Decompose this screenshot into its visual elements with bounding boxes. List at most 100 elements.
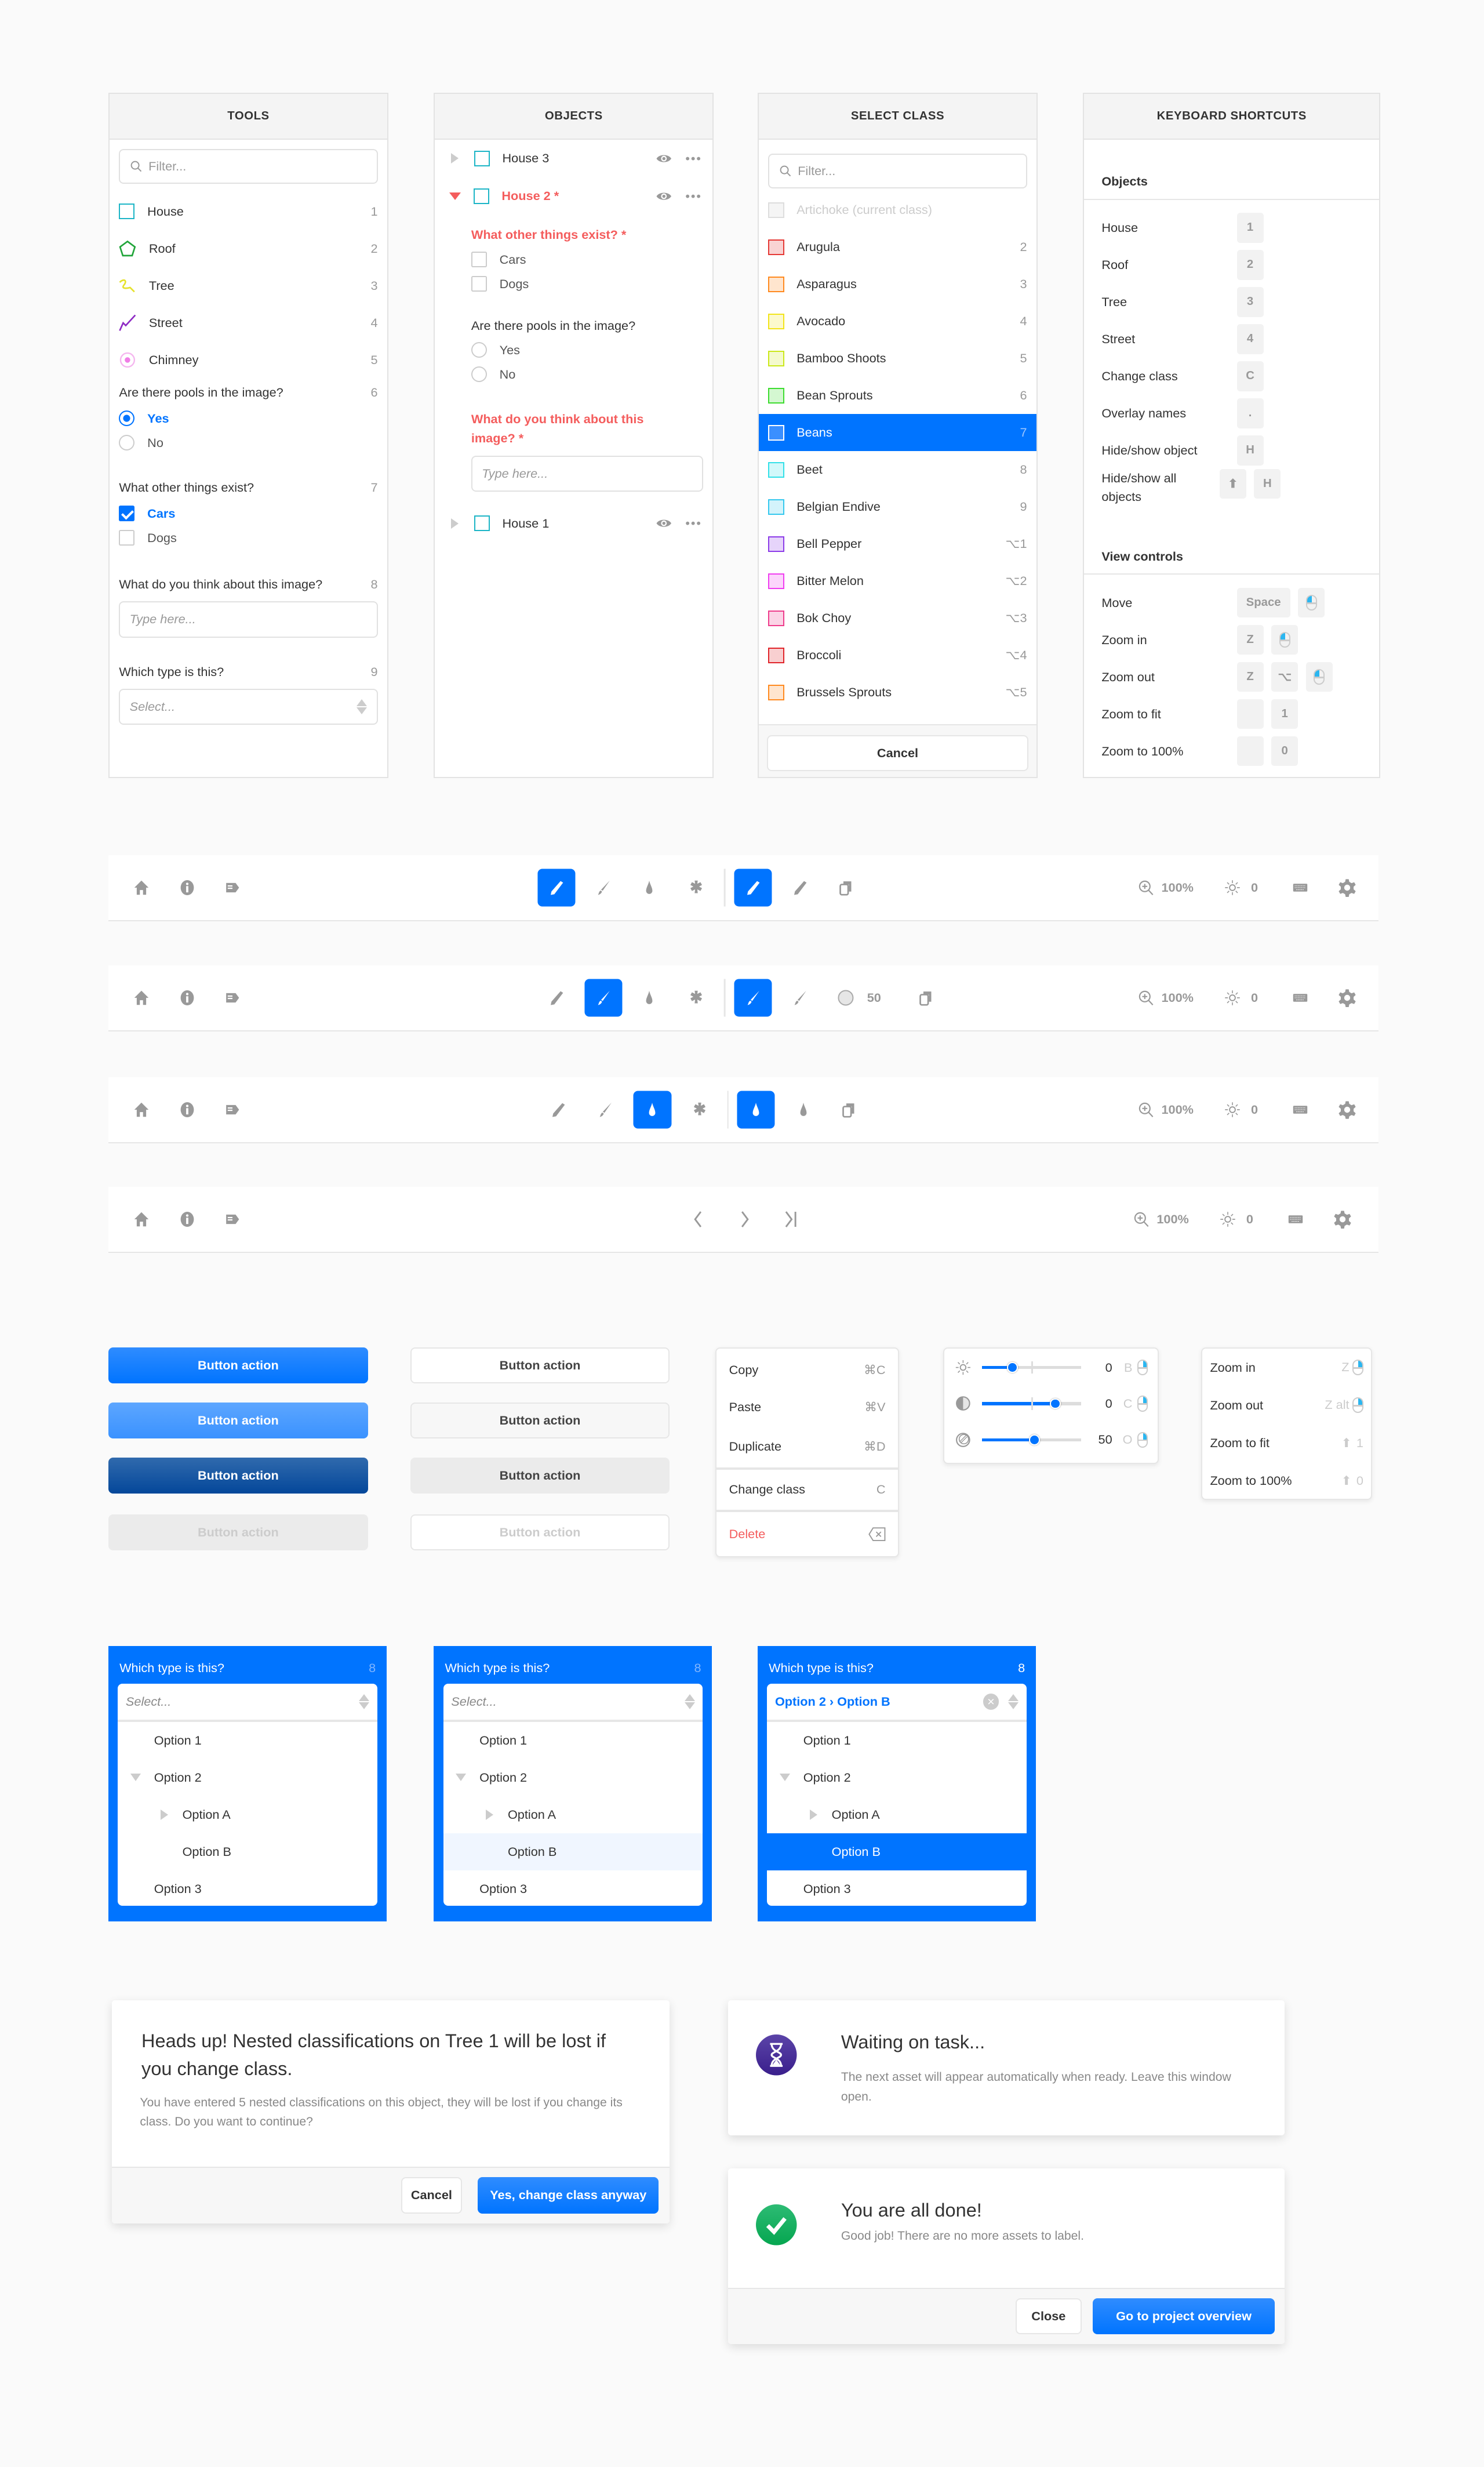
option-2[interactable]: Option 2 xyxy=(767,1759,1026,1796)
text-input[interactable]: Type here... xyxy=(119,601,378,638)
more-icon[interactable] xyxy=(683,188,703,204)
tool-item-roof[interactable]: Roof 2 xyxy=(110,230,387,267)
pencil-minus-icon[interactable] xyxy=(792,880,808,896)
checkbox[interactable] xyxy=(119,506,135,522)
checkbox-cars[interactable]: Cars xyxy=(110,502,387,526)
filter-input[interactable]: Filter... xyxy=(119,148,378,184)
text-input[interactable]: Type here... xyxy=(471,456,703,492)
home-icon[interactable] xyxy=(133,1212,149,1227)
confirm-change-class-button[interactable]: Yes, change class anyway xyxy=(478,2177,659,2214)
chevron-left-icon[interactable] xyxy=(689,1210,708,1229)
class-item-7[interactable]: Belgian Endive 9 xyxy=(759,488,1036,525)
skip-to-last-icon[interactable] xyxy=(781,1210,801,1229)
primary-button-hover[interactable]: Button action xyxy=(108,1403,368,1439)
class-item-11[interactable]: Broccoli ⌥4 xyxy=(759,637,1036,674)
fill-tool-button[interactable] xyxy=(633,1091,671,1129)
brightness-slider[interactable] xyxy=(981,1361,1082,1374)
option-a[interactable]: Option A xyxy=(118,1796,377,1833)
class-item-4[interactable]: Bean Sprouts 6 xyxy=(759,377,1036,414)
tag-icon[interactable] xyxy=(225,1102,241,1117)
option-1[interactable]: Option 1 xyxy=(118,1722,377,1759)
radio-no[interactable]: No xyxy=(462,362,713,387)
copy-icon[interactable] xyxy=(918,990,934,1005)
puzzle-icon[interactable] xyxy=(689,990,704,1005)
secondary-button-disabled[interactable]: Button action xyxy=(410,1514,670,1550)
info-icon[interactable] xyxy=(179,990,195,1005)
option-3[interactable]: Option 3 xyxy=(118,1870,377,1906)
puzzle-icon[interactable] xyxy=(689,880,704,896)
secondary-button-hover[interactable]: Button action xyxy=(410,1403,670,1439)
brush-add-button[interactable] xyxy=(734,979,772,1017)
zoom-to-fit-item[interactable]: Zoom to fit ⬆ 1 xyxy=(1202,1424,1372,1462)
class-item-12[interactable]: Brussels Sprouts ⌥5 xyxy=(759,674,1036,711)
info-icon[interactable] xyxy=(179,1102,195,1117)
pencil-icon[interactable] xyxy=(550,1102,566,1117)
radio-button[interactable] xyxy=(119,410,135,427)
gear-icon[interactable] xyxy=(1333,1210,1352,1229)
filter-input[interactable]: Filter... xyxy=(768,154,1027,188)
radio-button[interactable] xyxy=(471,342,487,358)
brightness-icon[interactable] xyxy=(1220,1212,1235,1227)
checkbox[interactable] xyxy=(119,530,135,546)
keyboard-icon[interactable] xyxy=(1290,1102,1310,1117)
contrast-slider[interactable] xyxy=(981,1397,1082,1410)
class-item-10[interactable]: Bok Choy ⌥3 xyxy=(759,600,1036,637)
select-input[interactable]: Option 2 › Option B × xyxy=(767,1684,1027,1722)
gear-icon[interactable] xyxy=(1338,1100,1357,1119)
menu-item-copy[interactable]: Copy ⌘C xyxy=(716,1352,898,1389)
keyboard-icon[interactable] xyxy=(1290,990,1310,1005)
zoom-in-icon[interactable] xyxy=(1138,1102,1154,1117)
drop-icon[interactable] xyxy=(641,880,657,896)
eye-icon[interactable] xyxy=(654,151,674,166)
brightness-icon[interactable] xyxy=(1225,1102,1241,1117)
keyboard-icon[interactable] xyxy=(1286,1212,1305,1227)
info-icon[interactable] xyxy=(179,880,195,896)
expanded-icon[interactable] xyxy=(456,1774,467,1781)
eye-icon[interactable] xyxy=(654,188,674,204)
brush-icon[interactable] xyxy=(596,880,612,896)
home-icon[interactable] xyxy=(133,880,149,896)
zoom-in-icon[interactable] xyxy=(1133,1212,1149,1227)
zoom-out-item[interactable]: Zoom out Z alt xyxy=(1202,1386,1372,1424)
brush-minus-icon[interactable] xyxy=(792,990,808,1005)
fill-add-button[interactable] xyxy=(737,1091,775,1129)
checkbox[interactable] xyxy=(471,276,487,292)
gear-icon[interactable] xyxy=(1338,878,1357,898)
pencil-tool-button[interactable] xyxy=(537,869,576,907)
expanded-icon[interactable] xyxy=(130,1774,141,1781)
option-a[interactable]: Option A xyxy=(443,1796,703,1833)
close-button[interactable]: Close xyxy=(1015,2298,1082,2335)
tool-item-street[interactable]: Street 4 xyxy=(110,304,387,341)
primary-button-disabled[interactable]: Button action xyxy=(108,1514,368,1550)
expand-icon[interactable] xyxy=(450,153,459,164)
class-item-1[interactable]: Asparagus 3 xyxy=(759,266,1036,303)
select-input[interactable]: Select... xyxy=(443,1684,703,1722)
option-2[interactable]: Option 2 xyxy=(443,1759,703,1796)
menu-item-change-class[interactable]: Change class C xyxy=(716,1470,899,1513)
option-b-selected[interactable]: Option B xyxy=(767,1833,1027,1870)
option-3[interactable]: Option 3 xyxy=(767,1870,1026,1906)
tag-icon[interactable] xyxy=(225,990,241,1005)
checkbox[interactable] xyxy=(471,252,487,268)
tool-item-house[interactable]: House 1 xyxy=(110,193,387,230)
brightness-icon[interactable] xyxy=(1225,880,1241,896)
checkbox-cars[interactable]: Cars xyxy=(462,248,713,272)
chevron-right-icon[interactable] xyxy=(736,1210,755,1229)
option-3[interactable]: Option 3 xyxy=(443,1870,703,1906)
zoom-in-icon[interactable] xyxy=(1138,990,1154,1005)
radio-yes[interactable]: Yes xyxy=(462,338,713,362)
drop-minus-icon[interactable] xyxy=(795,1102,811,1117)
object-row-house-2[interactable]: House 2 * xyxy=(435,177,712,215)
brush-icon[interactable] xyxy=(598,1102,613,1117)
puzzle-icon[interactable] xyxy=(692,1102,707,1117)
radio-yes[interactable]: Yes xyxy=(110,406,387,431)
class-item-6[interactable]: Beet 8 xyxy=(759,451,1036,488)
eye-icon[interactable] xyxy=(654,515,674,531)
expand-icon[interactable] xyxy=(450,518,459,529)
collapsed-icon[interactable] xyxy=(160,1809,168,1820)
zoom-100-item[interactable]: Zoom to 100% ⬆ 0 xyxy=(1202,1462,1372,1499)
copy-icon[interactable] xyxy=(841,1102,857,1117)
radio-button[interactable] xyxy=(119,435,135,451)
option-1[interactable]: Option 1 xyxy=(767,1722,1026,1759)
option-b-hovered[interactable]: Option B xyxy=(443,1833,703,1870)
